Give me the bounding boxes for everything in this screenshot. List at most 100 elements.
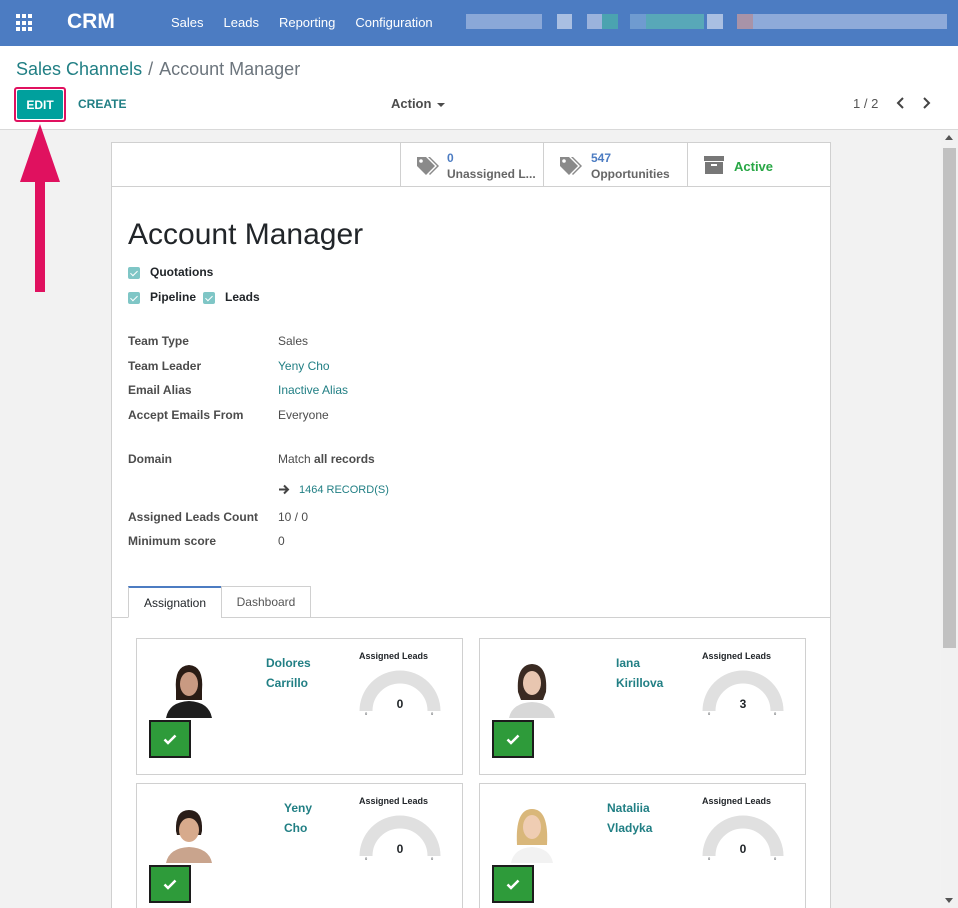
tags-icon xyxy=(560,157,582,175)
team-leader-label: Team Leader xyxy=(128,359,202,373)
chevron-left-icon[interactable] xyxy=(895,97,905,109)
stat-button-active-toggle[interactable]: Active xyxy=(687,143,831,187)
gauge-max-value: 0 xyxy=(431,711,434,715)
accept-emails-label: Accept Emails From xyxy=(128,408,244,422)
action-dropdown[interactable]: Action xyxy=(391,96,446,111)
button-box: 0 Unassigned L... 547 Opportunities Acti… xyxy=(112,143,830,187)
menu-item-sales[interactable]: Sales xyxy=(171,15,204,30)
member-avatar xyxy=(164,660,214,718)
member-active-toggle[interactable] xyxy=(149,720,191,758)
gauge-min-value: 0 xyxy=(708,856,711,860)
gauge-title: Assigned Leads xyxy=(702,796,772,806)
create-button[interactable]: CREATE xyxy=(78,97,126,111)
member-first-name: Nataliia xyxy=(607,801,650,815)
member-name[interactable]: Iana Kirillova xyxy=(616,653,663,693)
gauge-title: Assigned Leads xyxy=(359,796,429,806)
member-name[interactable]: Yeny Cho xyxy=(284,798,312,838)
member-active-toggle[interactable] xyxy=(492,865,534,903)
stat-label: Opportunities xyxy=(591,167,670,181)
stat-value: 547 xyxy=(591,151,612,165)
app-brand[interactable]: CRM xyxy=(67,10,115,34)
email-alias-link[interactable]: Inactive Alias xyxy=(278,383,348,397)
team-type-value: Sales xyxy=(278,334,309,348)
gauge-value: 0 xyxy=(739,842,747,856)
tags-icon xyxy=(417,157,439,175)
caret-down-icon xyxy=(437,102,446,107)
member-card[interactable]: Yeny Cho Assigned Leads 0 0 0 xyxy=(136,783,463,908)
check-icon xyxy=(163,734,177,745)
assigned-leads-count-value: 10 / 0 xyxy=(278,510,309,524)
stat-label: Unassigned L... xyxy=(447,167,536,181)
chevron-right-icon[interactable] xyxy=(922,97,932,109)
main-menu: Sales Leads Reporting Configuration xyxy=(171,15,453,30)
member-name[interactable]: Dolores Carrillo xyxy=(266,653,311,693)
gauge-max-value: 0 xyxy=(774,856,777,860)
leads-label: Leads xyxy=(225,290,260,304)
breadcrumb-separator: / xyxy=(148,59,154,79)
arrow-right-icon xyxy=(279,484,290,495)
pipeline-label: Pipeline xyxy=(150,290,197,304)
pager-value: 1 / 2 xyxy=(853,96,879,111)
check-icon xyxy=(506,734,520,745)
domain-value: Match all records xyxy=(278,452,375,466)
gauge-min-value: 0 xyxy=(365,856,368,860)
annotation-arrow-icon xyxy=(20,124,60,292)
assigned-leads-count-label: Assigned Leads Count xyxy=(128,510,259,524)
vertical-scrollbar[interactable] xyxy=(941,130,958,908)
member-last-name: Carrillo xyxy=(266,676,309,690)
minimum-score-label: Minimum score xyxy=(128,534,217,548)
stat-button-unassigned-leads[interactable]: 0 Unassigned L... xyxy=(400,143,543,187)
member-card[interactable]: Dolores Carrillo Assigned Leads 0 0 0 xyxy=(136,638,463,775)
member-card[interactable]: Iana Kirillova Assigned Leads 0 0 3 xyxy=(479,638,806,775)
gauge-min-value: 0 xyxy=(365,711,368,715)
gauge-value: 0 xyxy=(396,697,404,711)
team-leader-link[interactable]: Yeny Cho xyxy=(278,359,330,373)
member-last-name: Cho xyxy=(284,821,308,835)
member-active-toggle[interactable] xyxy=(149,865,191,903)
tab-dashboard[interactable]: Dashboard xyxy=(221,586,311,618)
menu-item-configuration[interactable]: Configuration xyxy=(355,15,432,30)
member-active-toggle[interactable] xyxy=(492,720,534,758)
scroll-down-arrow-icon[interactable] xyxy=(945,898,953,903)
scroll-up-arrow-icon[interactable] xyxy=(945,135,953,140)
member-avatar xyxy=(507,660,557,718)
quotations-label: Quotations xyxy=(150,265,214,279)
tab-assignation[interactable]: Assignation xyxy=(128,586,222,618)
gauge-max-value: 0 xyxy=(431,856,434,860)
menu-item-reporting[interactable]: Reporting xyxy=(279,15,335,30)
member-avatar xyxy=(164,805,214,863)
quotations-checkbox[interactable] xyxy=(128,267,140,279)
member-name[interactable]: Nataliia Vladyka xyxy=(607,798,652,838)
member-first-name: Yeny xyxy=(284,801,313,815)
pipeline-checkbox[interactable] xyxy=(128,292,140,304)
gauge-value: 0 xyxy=(396,842,404,856)
top-navbar: CRM Sales Leads Reporting Configuration xyxy=(0,0,958,46)
stat-label-active: Active xyxy=(734,159,774,174)
accept-emails-value: Everyone xyxy=(278,408,329,422)
record-title: Account Manager xyxy=(128,218,364,251)
control-panel: Sales Channels / Account Manager EDIT CREA… xyxy=(0,46,958,130)
member-last-name: Kirillova xyxy=(616,676,664,690)
member-first-name: Iana xyxy=(616,656,641,670)
breadcrumb-current: Account Manager xyxy=(159,59,301,79)
scrollbar-thumb[interactable] xyxy=(943,148,956,648)
records-link[interactable]: 1464 RECORD(S) xyxy=(299,484,389,496)
leads-checkbox[interactable] xyxy=(203,292,215,304)
menu-item-leads[interactable]: Leads xyxy=(224,15,259,30)
domain-value-prefix: Match xyxy=(278,452,311,466)
edit-button[interactable]: EDIT xyxy=(17,90,63,119)
action-dropdown-label: Action xyxy=(391,96,432,111)
breadcrumb: Sales Channels / Account Manager xyxy=(16,59,300,80)
domain-value-bold: all records xyxy=(314,452,375,466)
member-first-name: Dolores xyxy=(266,656,311,670)
minimum-score-value: 0 xyxy=(278,534,285,548)
gauge-min-value: 0 xyxy=(708,711,711,715)
form-sheet: 0 Unassigned L... 547 Opportunities Acti… xyxy=(111,142,831,908)
member-card[interactable]: Nataliia Vladyka Assigned Leads 0 0 0 xyxy=(479,783,806,908)
breadcrumb-parent-link[interactable]: Sales Channels xyxy=(16,59,142,79)
member-last-name: Vladyka xyxy=(607,821,653,835)
domain-label: Domain xyxy=(128,452,173,466)
apps-grid-icon[interactable] xyxy=(16,14,34,32)
archive-icon xyxy=(704,156,724,174)
stat-button-opportunities[interactable]: 547 Opportunities xyxy=(543,143,687,187)
